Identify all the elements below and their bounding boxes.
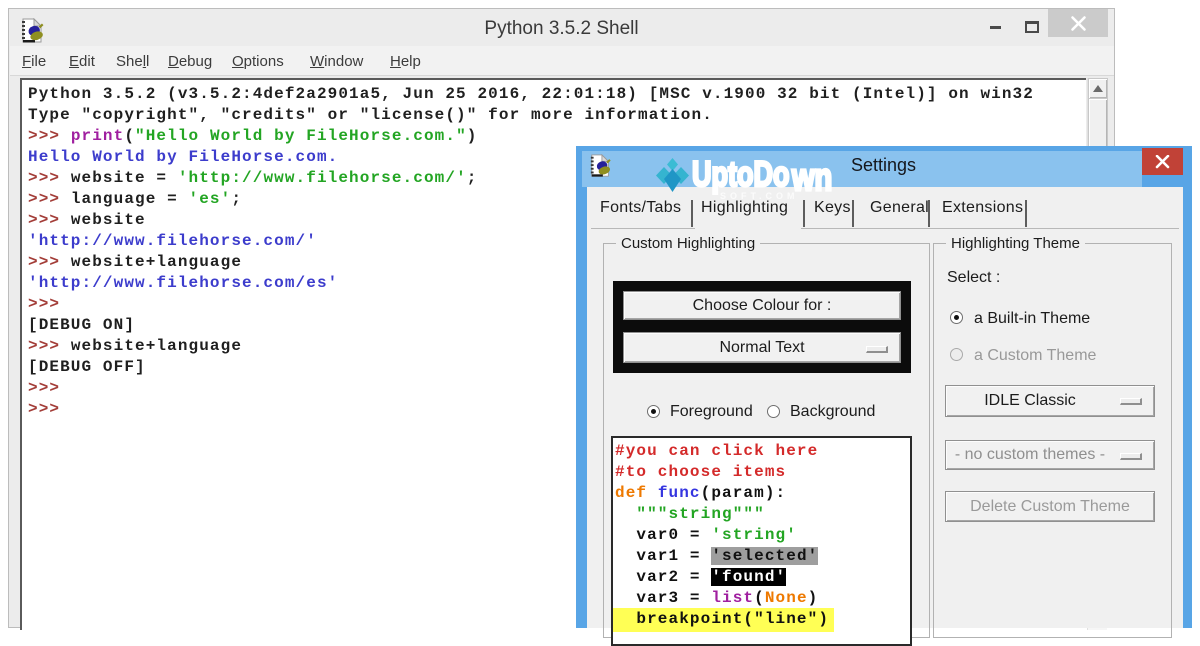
svg-text:UptoDo: UptoDo [692, 154, 789, 194]
svg-text:SOFT.COM: SOFT.COM [720, 191, 799, 201]
